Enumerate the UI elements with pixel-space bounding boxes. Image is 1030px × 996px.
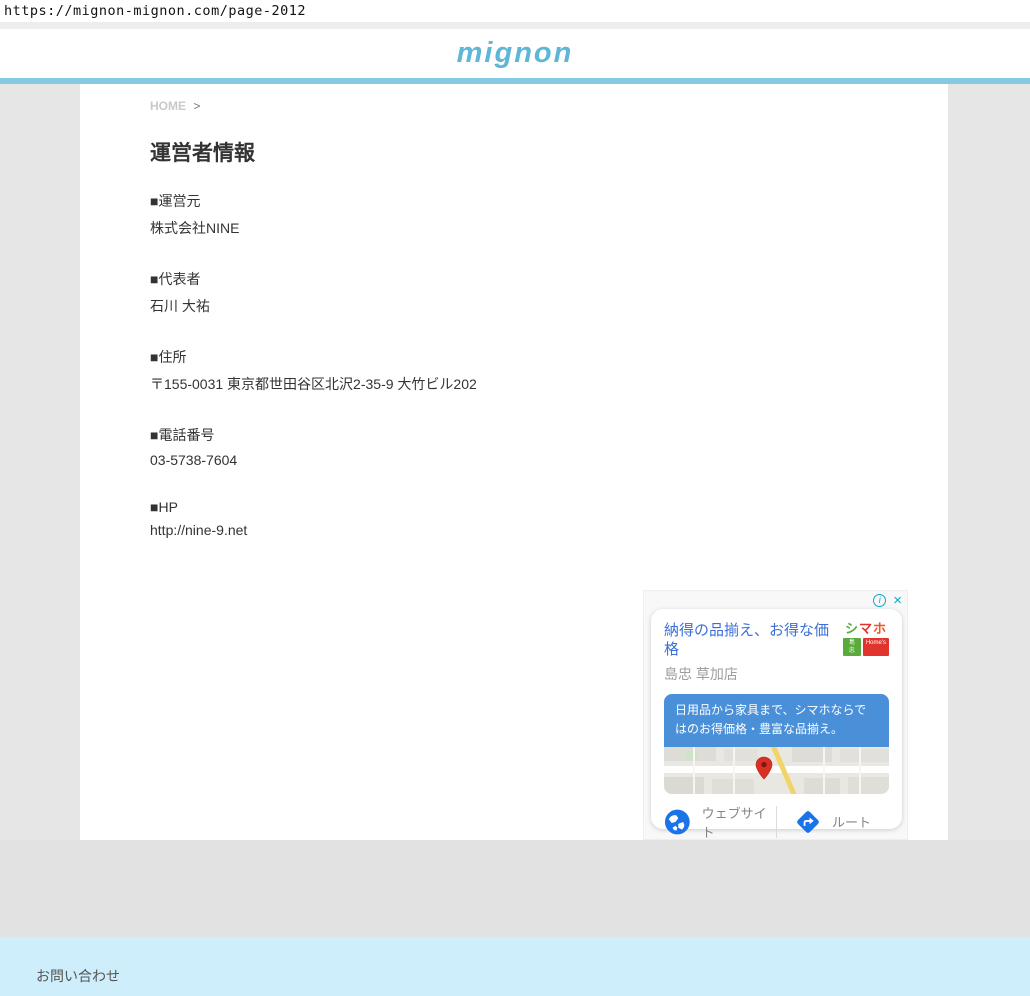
info-label: ■電話番号 bbox=[150, 425, 948, 445]
logo-block-shimachu: 島忠 bbox=[843, 638, 861, 656]
info-label: ■代表者 bbox=[150, 269, 948, 289]
info-group-address: ■住所 〒155-0031 東京都世田谷区北沢2-35-9 大竹ビル202 bbox=[150, 347, 948, 394]
bottom-gray-band bbox=[0, 840, 1030, 937]
info-group-phone: ■電話番号 03-5738-7604 bbox=[150, 425, 948, 468]
map-image bbox=[664, 747, 889, 794]
ad-frame: i × 納得の品揃え、お得な価格 シマホ 島忠 Home's bbox=[643, 590, 908, 840]
url-bar[interactable]: https://mignon-mignon.com/page-2012 bbox=[0, 0, 1030, 22]
globe-icon bbox=[664, 808, 691, 836]
main-content: HOME > 運営者情報 ■運営元 株式会社NINE ■代表者 石川 大祐 ■住… bbox=[80, 84, 948, 840]
site-logo[interactable]: mignon bbox=[457, 37, 574, 70]
ad-info-icon[interactable]: i bbox=[873, 594, 886, 607]
footer: お問い合わせ bbox=[0, 937, 1030, 996]
ad-advertiser-name: 島忠 草加店 bbox=[664, 664, 889, 684]
contact-link[interactable]: お問い合わせ bbox=[36, 966, 120, 986]
info-value: 03-5738-7604 bbox=[150, 452, 948, 468]
advertiser-logo: シマホ 島忠 Home's bbox=[843, 622, 889, 660]
main-wrapper: HOME > 運営者情報 ■運営元 株式会社NINE ■代表者 石川 大祐 ■住… bbox=[0, 84, 1030, 840]
breadcrumb-home-link[interactable]: HOME bbox=[150, 99, 186, 113]
info-group-representative: ■代表者 石川 大祐 bbox=[150, 269, 948, 316]
info-value: 〒155-0031 東京都世田谷区北沢2-35-9 大竹ビル202 bbox=[150, 374, 948, 394]
info-group-operator: ■運営元 株式会社NINE bbox=[150, 191, 948, 238]
breadcrumb-separator: > bbox=[193, 99, 200, 113]
ad-head: 納得の品揃え、お得な価格 シマホ 島忠 Home's bbox=[664, 622, 889, 660]
logo-char: シ bbox=[845, 621, 859, 636]
logo-char: マ bbox=[859, 621, 873, 636]
logo-char: ホ bbox=[873, 621, 887, 636]
ad-description-box[interactable]: 日用品から家具まで、シマホならではのお得価格・豊富な品揃え。 bbox=[664, 694, 889, 747]
info-label: ■運営元 bbox=[150, 191, 948, 211]
site-header: mignon bbox=[0, 29, 1030, 78]
page-title: 運営者情報 bbox=[150, 137, 948, 167]
route-button-label: ルート bbox=[832, 812, 871, 831]
browser-chrome-strip bbox=[0, 22, 1030, 29]
website-button-label: ウェブサイト bbox=[702, 803, 776, 841]
info-value: http://nine-9.net bbox=[150, 522, 948, 538]
directions-icon bbox=[795, 809, 821, 835]
advertiser-logo-blocks: 島忠 Home's bbox=[843, 638, 889, 656]
info-label: ■住所 bbox=[150, 347, 948, 367]
info-label: ■HP bbox=[150, 499, 948, 515]
info-group-hp: ■HP http://nine-9.net bbox=[150, 499, 948, 538]
route-button[interactable]: ルート bbox=[777, 809, 889, 835]
ad-buttons-row: ウェブサイト ルート bbox=[664, 804, 889, 840]
ad-controls: i × bbox=[873, 594, 902, 607]
ad-title-link[interactable]: 納得の品揃え、お得な価格 bbox=[664, 622, 836, 660]
ad-close-icon[interactable]: × bbox=[893, 594, 902, 607]
ad-map[interactable] bbox=[664, 747, 889, 794]
breadcrumb: HOME > bbox=[150, 99, 948, 113]
info-value: 株式会社NINE bbox=[150, 218, 948, 238]
operator-info-list: ■運営元 株式会社NINE ■代表者 石川 大祐 ■住所 〒155-0031 東… bbox=[150, 191, 948, 538]
advertiser-logo-text: シマホ bbox=[843, 622, 889, 636]
ad-card: 納得の品揃え、お得な価格 シマホ 島忠 Home's 島忠 草加店 日用品から家… bbox=[651, 609, 902, 829]
right-gutter bbox=[948, 84, 1030, 840]
logo-block-homes: Home's bbox=[863, 638, 889, 656]
website-button[interactable]: ウェブサイト bbox=[664, 803, 776, 841]
info-value: 石川 大祐 bbox=[150, 296, 948, 316]
left-gutter bbox=[0, 84, 80, 840]
